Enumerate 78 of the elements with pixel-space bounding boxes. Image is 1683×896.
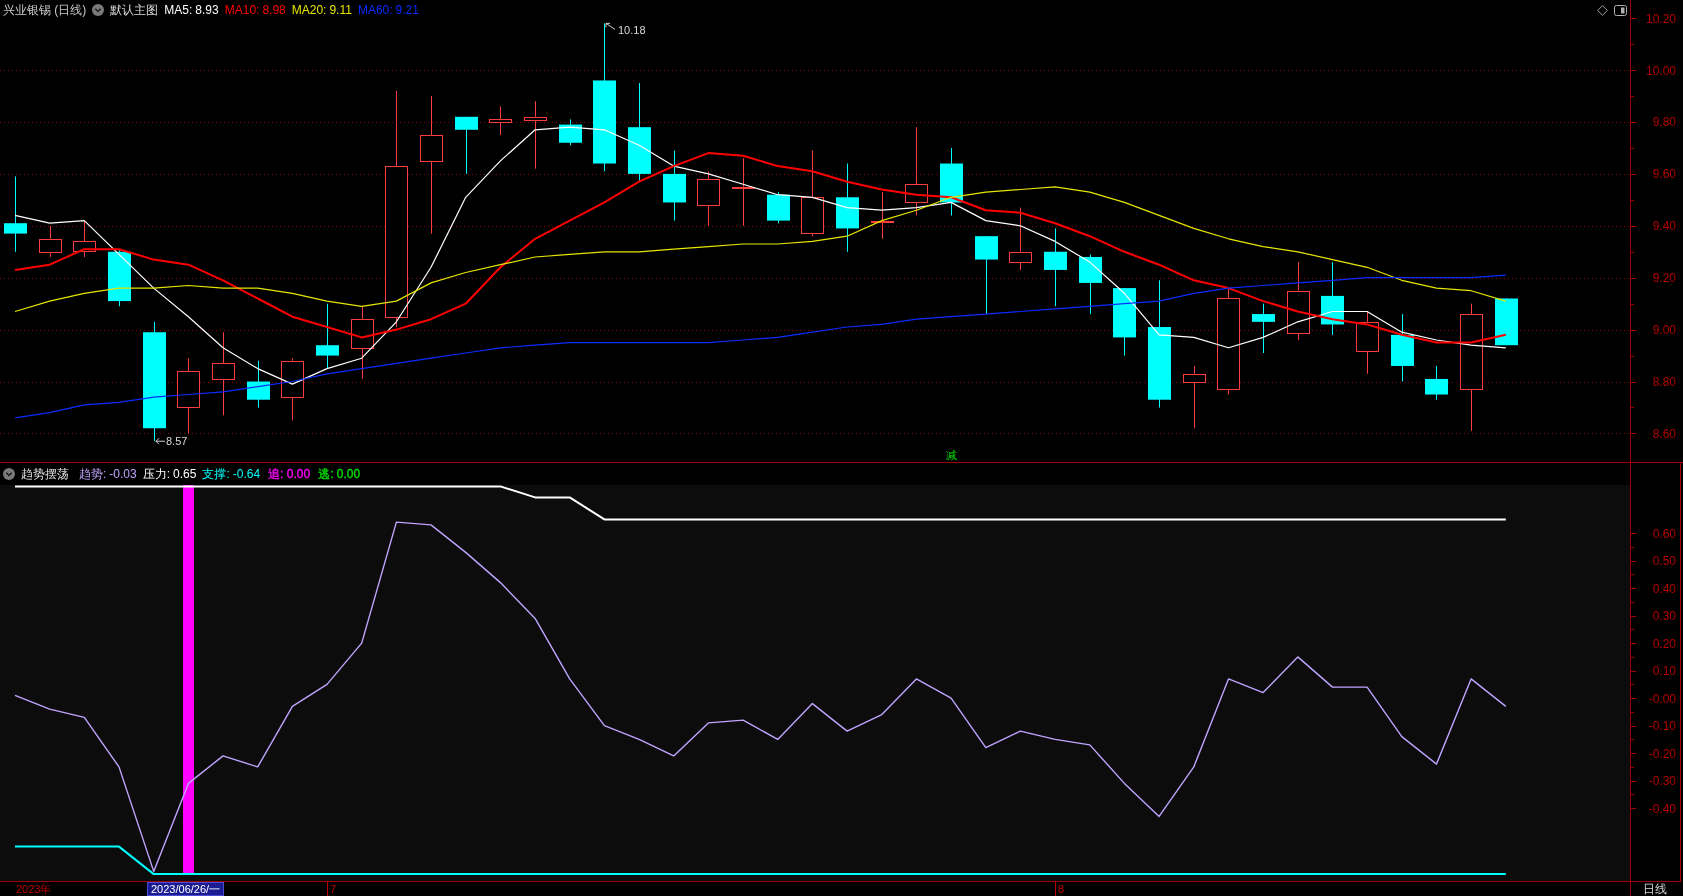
chevron-down-icon[interactable] (3, 468, 15, 480)
axis-label: 0.50 (1652, 554, 1676, 569)
axis-label: 0.40 (1652, 581, 1676, 596)
falling-candle (1113, 287, 1136, 357)
cursor-date-label: 2023/06/26/一 (147, 882, 225, 896)
rising-candle (1183, 365, 1206, 429)
falling-candle (663, 150, 686, 222)
falling-candle (316, 303, 339, 370)
price-marker-label: 10.18 (618, 24, 646, 37)
axis-label: 10.20 (1645, 11, 1676, 26)
signal-readout: 逃: 0.00 (318, 466, 361, 483)
legend-label: MA10: (224, 1, 260, 18)
falling-candle (455, 116, 478, 175)
legend-label: MA20: (291, 1, 327, 18)
signal-label: 减 (945, 449, 957, 461)
falling-candle (940, 147, 963, 216)
rising-candle (39, 225, 62, 258)
legend-label: 压力: (142, 466, 171, 483)
axis-label: 10.00 (1645, 63, 1676, 78)
legend-label: MA5: (164, 1, 193, 18)
rising-candle (489, 105, 512, 136)
falling-candle (1252, 303, 1275, 354)
legend-label: 支撑: (202, 466, 230, 483)
falling-candle (767, 191, 790, 224)
chart-title: 兴业银锡 (日线) (3, 1, 87, 18)
rising-candle (524, 100, 547, 170)
period-label[interactable]: 日线 (1630, 882, 1683, 896)
rising-candle (73, 220, 96, 258)
legend-value: -0.64 (232, 466, 261, 483)
diamond-icon[interactable] (1597, 5, 1608, 16)
axis-label: 0.30 (1652, 609, 1676, 624)
axis-label: -0.00 (1648, 691, 1676, 706)
axis-label: 0.10 (1652, 664, 1676, 679)
rising-candle (1356, 310, 1379, 375)
indicator-title: 趋势摆荡 (21, 466, 69, 483)
legend-value: 8.93 (195, 1, 219, 18)
legend-label: MA60: (357, 1, 393, 18)
legend-value: 9.21 (395, 1, 419, 18)
falling-candle (1079, 253, 1102, 315)
month-label: 8 (1055, 882, 1065, 896)
axis-label: -0.30 (1648, 774, 1676, 789)
falling-candle (559, 118, 582, 146)
axis-label: -0.10 (1648, 719, 1676, 734)
rising-candle (281, 357, 304, 421)
axis-label: 8.80 (1652, 375, 1676, 390)
legend-label: 趋势: (79, 466, 107, 483)
rising-candle (871, 191, 894, 240)
leader-arrow (605, 22, 616, 30)
axis-label: -0.20 (1648, 746, 1676, 761)
legend-value: -0.03 (109, 466, 137, 483)
legend-value: 9.11 (329, 1, 352, 18)
signal-readout: 追: 0.00 (268, 466, 311, 483)
axis-label: 9.40 (1652, 219, 1676, 234)
rising-candle (1009, 207, 1032, 271)
axis-label: -0.40 (1648, 801, 1676, 816)
axis-label: 9.80 (1652, 115, 1676, 130)
axis-label: 0.20 (1652, 636, 1676, 651)
template-selector[interactable]: 默认主图 (110, 1, 159, 18)
half-filled-square-icon[interactable] (1614, 5, 1627, 16)
legend-value: 8.98 (262, 1, 286, 18)
rising-candle (697, 170, 720, 227)
axis-label: 9.60 (1652, 167, 1676, 182)
month-label: 7 (327, 882, 337, 896)
rising-candle (732, 157, 755, 227)
legend-value: 0.65 (173, 466, 197, 483)
axis-label: 8.60 (1652, 426, 1676, 441)
year-label: 2023年 (16, 882, 52, 896)
price-marker-label: 8.57 (166, 435, 188, 448)
falling-candle (247, 360, 270, 408)
leader-arrow (155, 437, 166, 445)
falling-candle (108, 248, 131, 307)
falling-candle (1425, 365, 1448, 401)
chevron-down-icon[interactable] (92, 3, 105, 16)
axis-label: 0.60 (1652, 526, 1676, 541)
falling-candle (1391, 313, 1414, 383)
axis-label: 9.00 (1652, 323, 1676, 338)
falling-candle (1495, 298, 1518, 346)
axis-label: 9.20 (1652, 271, 1676, 286)
